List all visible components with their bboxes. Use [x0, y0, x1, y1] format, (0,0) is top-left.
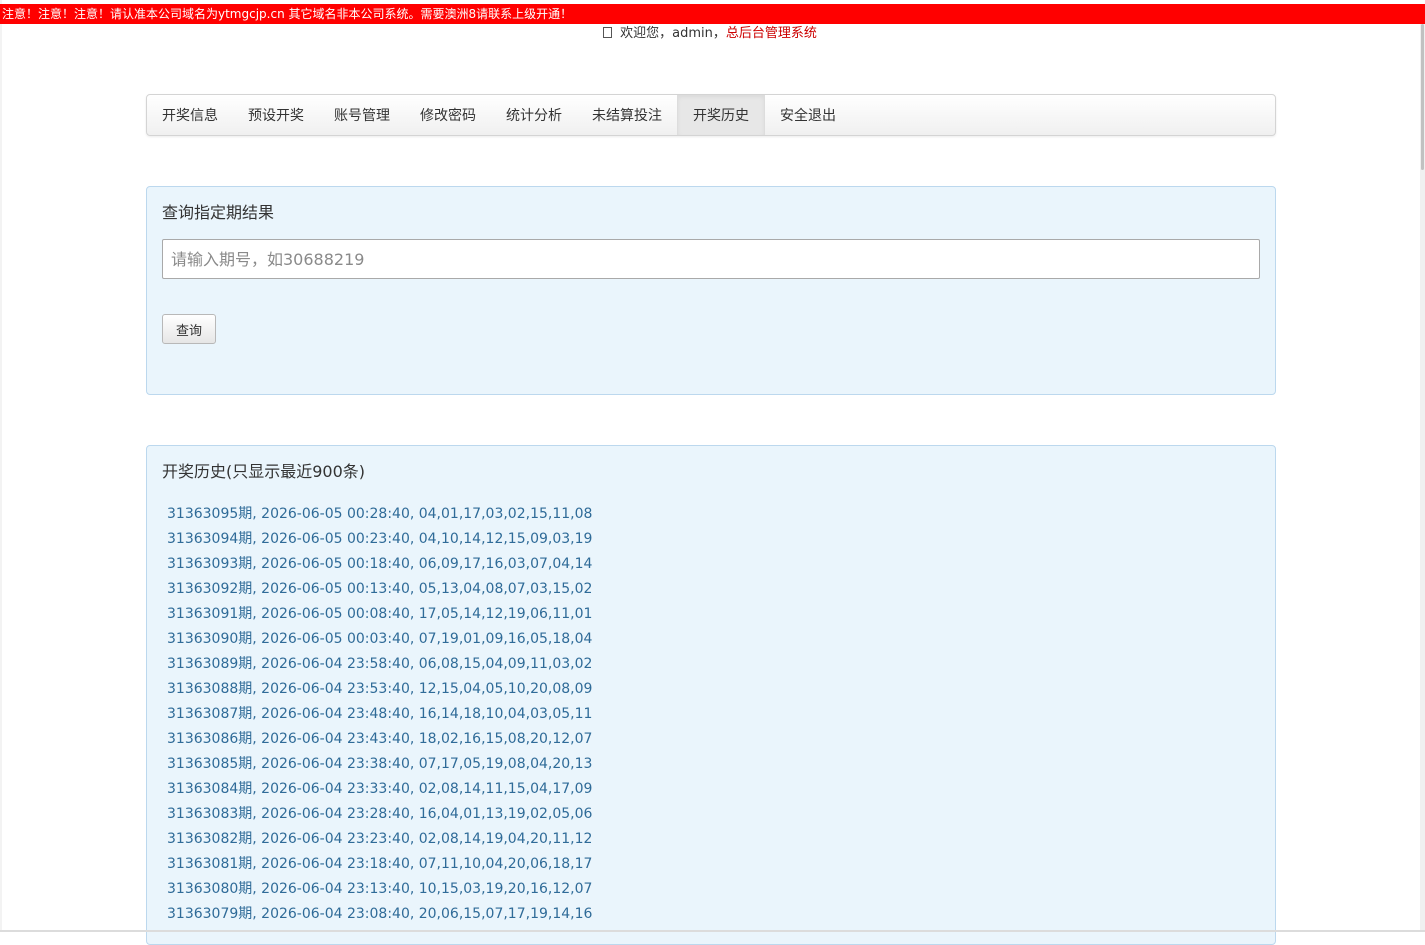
history-row: 31363092期, 2026-06-05 00:13:40, 05,13,04…: [167, 581, 593, 597]
history-row: 31363093期, 2026-06-05 00:18:40, 06,09,17…: [167, 556, 593, 572]
history-panel: 开奖历史(只显示最近900条) 31363095期, 2026-06-05 00…: [146, 445, 1276, 945]
main-nav: 开奖信息 预设开奖 账号管理 修改密码 统计分析 未结算投注 开奖历史 安全退出: [146, 94, 1276, 136]
history-row: 31363086期, 2026-06-04 23:43:40, 18,02,16…: [167, 731, 593, 747]
history-row: 31363088期, 2026-06-04 23:53:40, 12,15,04…: [167, 681, 593, 697]
history-row: 31363084期, 2026-06-04 23:33:40, 02,08,14…: [167, 781, 593, 797]
system-name-link[interactable]: 总后台管理系统: [726, 26, 817, 41]
nav-item-statistics[interactable]: 统计分析: [491, 95, 577, 135]
nav-item-label: 未结算投注: [592, 108, 662, 124]
history-row: 31363094期, 2026-06-05 00:23:40, 04,10,14…: [167, 531, 593, 547]
history-row: 31363091期, 2026-06-05 00:08:40, 17,05,14…: [167, 606, 593, 622]
nav-item-label: 安全退出: [780, 108, 836, 124]
history-row: 31363090期, 2026-06-05 00:03:40, 07,19,01…: [167, 631, 593, 647]
welcome-text: 欢迎您，admin，: [620, 26, 726, 41]
scrollbar-thumb[interactable]: [1421, 24, 1424, 170]
history-row: 31363080期, 2026-06-04 23:13:40, 10,15,03…: [167, 881, 593, 897]
period-search-input[interactable]: [162, 239, 1260, 279]
history-row: 31363089期, 2026-06-04 23:58:40, 06,08,15…: [167, 656, 593, 672]
nav-item-unsettled-bets[interactable]: 未结算投注: [577, 95, 677, 135]
nav-item-label: 开奖历史: [693, 108, 749, 124]
query-panel: 查询指定期结果 查询: [146, 186, 1276, 395]
query-button[interactable]: 查询: [162, 314, 216, 344]
window-left-edge: [0, 0, 2, 932]
history-row: 31363087期, 2026-06-04 23:48:40, 16,14,18…: [167, 706, 593, 722]
nav-item-draw-info[interactable]: 开奖信息: [147, 95, 233, 135]
nav-item-draw-history[interactable]: 开奖历史: [677, 95, 765, 135]
nav-item-logout[interactable]: 安全退出: [765, 95, 851, 135]
query-panel-title: 查询指定期结果: [162, 203, 275, 222]
history-row: 31363082期, 2026-06-04 23:23:40, 02,08,14…: [167, 831, 593, 847]
history-row: 31363083期, 2026-06-04 23:28:40, 16,04,01…: [167, 806, 593, 822]
nav-item-change-password[interactable]: 修改密码: [405, 95, 491, 135]
nav-item-label: 开奖信息: [162, 108, 218, 124]
domain-notice-bar: 注意！注意！注意！请认准本公司域名为ytmgcjp.cn 其它域名非本公司系统。…: [0, 4, 1425, 24]
nav-item-label: 修改密码: [420, 108, 476, 124]
notice-text: 注意！注意！注意！请认准本公司域名为ytmgcjp.cn 其它域名非本公司系统。…: [2, 7, 573, 21]
history-list: 31363095期, 2026-06-05 00:28:40, 04,01,17…: [167, 502, 592, 927]
nav-item-preset-draw[interactable]: 预设开奖: [233, 95, 319, 135]
nav-item-label: 账号管理: [334, 108, 390, 124]
history-row: 31363095期, 2026-06-05 00:28:40, 04,01,17…: [167, 506, 593, 522]
nav-item-label: 预设开奖: [248, 108, 304, 124]
user-icon: [603, 27, 613, 38]
nav-item-account-management[interactable]: 账号管理: [319, 95, 405, 135]
page-scrollbar[interactable]: [1420, 24, 1425, 932]
history-panel-title: 开奖历史(只显示最近900条): [162, 462, 366, 481]
history-row: 31363079期, 2026-06-04 23:08:40, 20,06,15…: [167, 906, 593, 922]
history-row: 31363085期, 2026-06-04 23:38:40, 07,17,05…: [167, 756, 593, 772]
welcome-bar: 欢迎您，admin，总后台管理系统: [0, 25, 1420, 43]
history-row: 31363081期, 2026-06-04 23:18:40, 07,11,10…: [167, 856, 593, 872]
nav-item-label: 统计分析: [506, 108, 562, 124]
